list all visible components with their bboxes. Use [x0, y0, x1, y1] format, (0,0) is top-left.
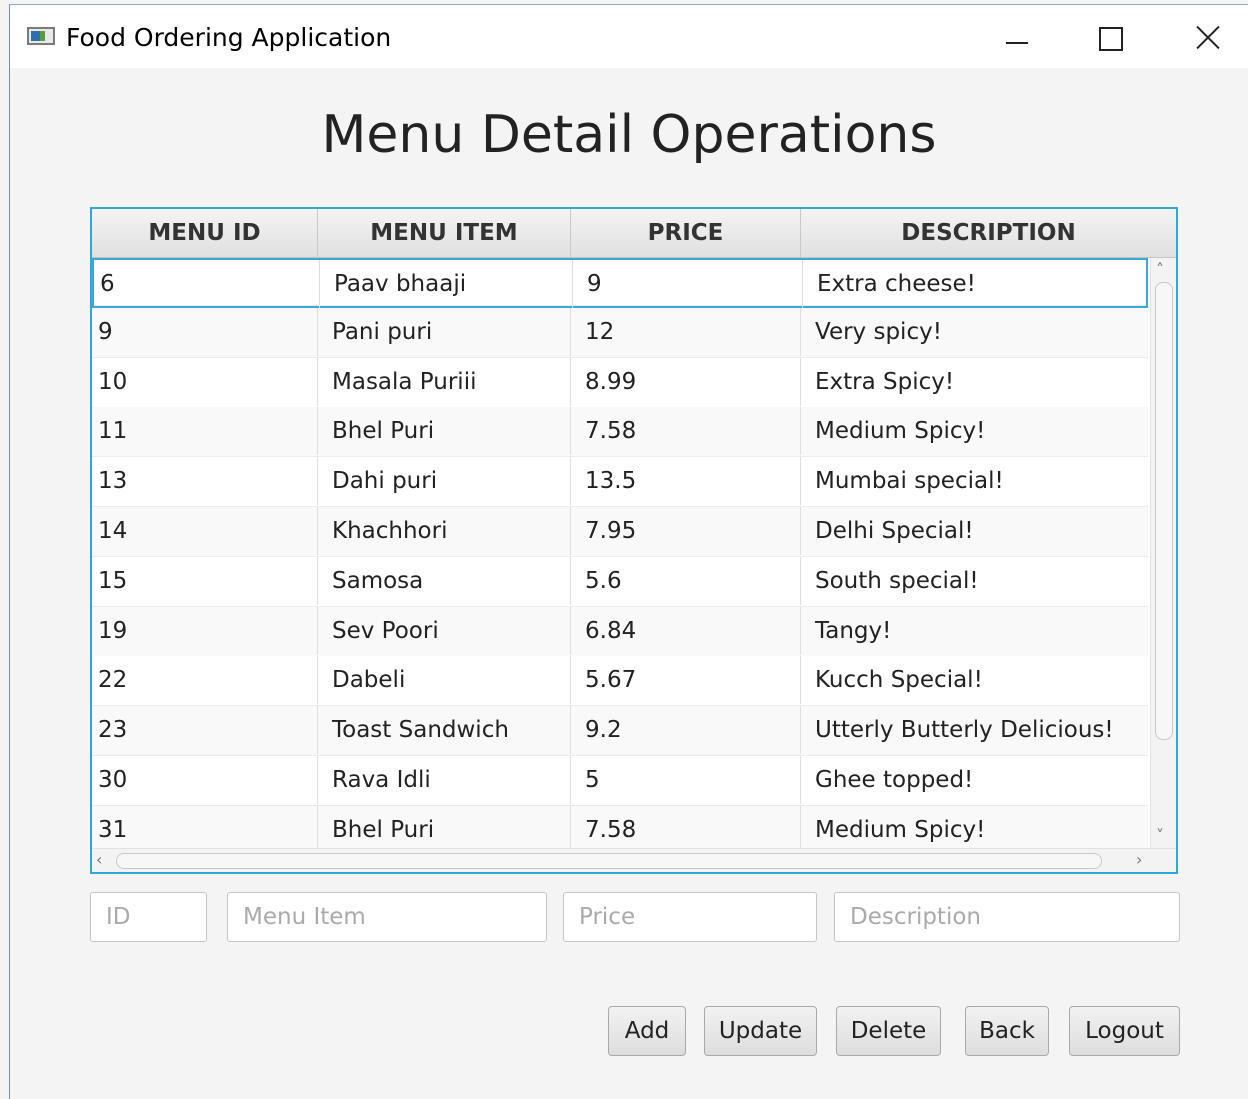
table-row[interactable]: 10 Masala Puriii 8.99 Extra Spicy!: [92, 357, 1148, 408]
menu-item-cell: Paav bhaaji: [320, 260, 573, 308]
description-cell: Ghee topped!: [815, 767, 974, 793]
table-row[interactable]: 22 Dabeli 5.67 Kucch Special!: [92, 656, 1148, 707]
price-cell: 7.95: [571, 507, 801, 555]
description-cell: Kucch Special!: [815, 667, 983, 694]
update-button[interactable]: Update: [704, 1006, 817, 1056]
back-button[interactable]: Back: [965, 1006, 1049, 1056]
description-input[interactable]: [834, 892, 1180, 942]
table-body: 6 Paav bhaaji 9 Extra cheese! 9 Pani puri 12 Ve…: [92, 258, 1148, 848]
menu-id-cell: 10: [92, 357, 318, 406]
table-row[interactable]: 31 Bhel Puri 7.58 Medium Spicy!: [92, 805, 1148, 848]
description-cell: Very spicy!: [815, 318, 942, 345]
price-cell: 7.58: [571, 805, 801, 848]
table-row[interactable]: 11 Bhel Puri 7.58 Medium Spicy!: [92, 407, 1148, 458]
price-cell: 5.67: [571, 656, 801, 705]
menu-id-cell: 22: [92, 656, 318, 705]
menu-id-cell: 30: [92, 756, 318, 804]
menu-item-cell: Rava Idli: [318, 756, 571, 804]
price-cell: 13.5: [571, 457, 801, 506]
maximize-icon: [1099, 27, 1123, 51]
minimize-icon: [1006, 42, 1028, 44]
menu-item-cell: Masala Puriii: [318, 357, 571, 406]
menu-item-cell: Sev Poori: [318, 606, 571, 655]
table-row[interactable]: 19 Sev Poori 6.84 Tangy!: [92, 606, 1148, 657]
menu-item-cell: Dabeli: [318, 656, 571, 705]
add-button[interactable]: Add: [608, 1006, 686, 1056]
vertical-scroll-thumb[interactable]: [1155, 282, 1173, 740]
page-title: Menu Detail Operations: [321, 105, 937, 165]
menu-item-input[interactable]: [227, 892, 547, 942]
description-cell: Tangy!: [815, 617, 892, 644]
menu-item-cell: Samosa: [318, 556, 571, 605]
menu-item-cell: Bhel Puri: [318, 407, 571, 456]
price-cell: 7.58: [571, 407, 801, 456]
description-cell: South special!: [815, 567, 979, 594]
column-header-menu-item[interactable]: MENU ITEM: [318, 209, 571, 257]
app-window-icon: [27, 27, 55, 45]
table-row[interactable]: 6 Paav bhaaji 9 Extra cheese!: [92, 258, 1148, 308]
close-button[interactable]: [1180, 13, 1240, 61]
maximize-button[interactable]: [1083, 13, 1143, 61]
minimize-button[interactable]: [986, 13, 1046, 61]
table-row[interactable]: 23 Toast Sandwich 9.2 Utterly Butterly Deli…: [92, 706, 1148, 757]
row-divider: [94, 305, 1146, 306]
id-input[interactable]: [90, 892, 207, 942]
table-row[interactable]: 13 Dahi puri 13.5 Mumbai special!: [92, 457, 1148, 508]
menu-id-cell: 23: [92, 706, 318, 755]
description-cell: Mumbai special!: [815, 468, 1004, 495]
description-cell: Extra Spicy!: [815, 368, 955, 395]
menu-id-cell: 6: [94, 260, 320, 308]
column-header-price[interactable]: PRICE: [571, 209, 801, 257]
price-cell: 5.6: [571, 556, 801, 605]
menu-id-cell: 15: [92, 556, 318, 605]
menu-table[interactable]: MENU ID MENU ITEM PRICE DESCRIPTION 6 Paa…: [90, 207, 1178, 874]
logout-button[interactable]: Logout: [1069, 1006, 1180, 1056]
window-title: Food Ordering Application: [66, 23, 392, 52]
scroll-right-icon[interactable]: ›: [1136, 852, 1142, 868]
price-cell: 12: [571, 307, 801, 356]
description-cell: Utterly Butterly Delicious!: [815, 717, 1114, 744]
delete-button[interactable]: Delete: [836, 1006, 941, 1056]
title-bar[interactable]: Food Ordering Application: [10, 5, 1248, 68]
table-row[interactable]: 15 Samosa 5.6 South special!: [92, 556, 1148, 607]
price-cell: 8.99: [571, 357, 801, 406]
menu-id-cell: 9: [92, 307, 318, 356]
price-cell: 9.2: [571, 706, 801, 755]
horizontal-scrollbar[interactable]: ‹ ›: [92, 848, 1176, 872]
description-cell: Medium Spicy!: [815, 816, 986, 843]
scroll-left-icon[interactable]: ‹: [96, 852, 102, 868]
price-cell: 9: [573, 260, 803, 308]
menu-id-cell: 11: [92, 407, 318, 456]
vertical-scrollbar[interactable]: ˄ ˅: [1150, 258, 1176, 848]
table-row[interactable]: 30 Rava Idli 5 Ghee topped!: [92, 756, 1148, 806]
menu-item-cell: Dahi puri: [318, 457, 571, 506]
menu-id-cell: 31: [92, 805, 318, 848]
table-header: MENU ID MENU ITEM PRICE DESCRIPTION: [92, 209, 1176, 258]
description-cell: Medium Spicy!: [815, 418, 986, 445]
menu-item-cell: Toast Sandwich: [318, 706, 571, 755]
column-header-description[interactable]: DESCRIPTION: [801, 209, 1176, 257]
price-cell: 6.84: [571, 606, 801, 655]
menu-id-cell: 14: [92, 507, 318, 555]
menu-item-cell: Bhel Puri: [318, 805, 571, 848]
menu-id-cell: 19: [92, 606, 318, 655]
scroll-down-icon[interactable]: ˅: [1156, 828, 1164, 844]
horizontal-scroll-thumb[interactable]: [116, 853, 1102, 869]
table-row[interactable]: 9 Pani puri 12 Very spicy!: [92, 307, 1148, 358]
table-row[interactable]: 14 Khachhori 7.95 Delhi Special!: [92, 507, 1148, 557]
price-cell: 5: [571, 756, 801, 804]
app-window: Food Ordering Application Menu Detail Op…: [9, 4, 1248, 1099]
menu-id-cell: 13: [92, 457, 318, 506]
menu-item-cell: Khachhori: [318, 507, 571, 555]
menu-item-cell: Pani puri: [318, 307, 571, 356]
description-cell: Delhi Special!: [815, 518, 974, 544]
price-input[interactable]: [563, 892, 817, 942]
close-icon: [1196, 25, 1220, 49]
description-cell: Extra cheese!: [817, 271, 976, 297]
column-header-menu-id[interactable]: MENU ID: [92, 209, 318, 257]
scroll-up-icon[interactable]: ˄: [1156, 262, 1164, 278]
